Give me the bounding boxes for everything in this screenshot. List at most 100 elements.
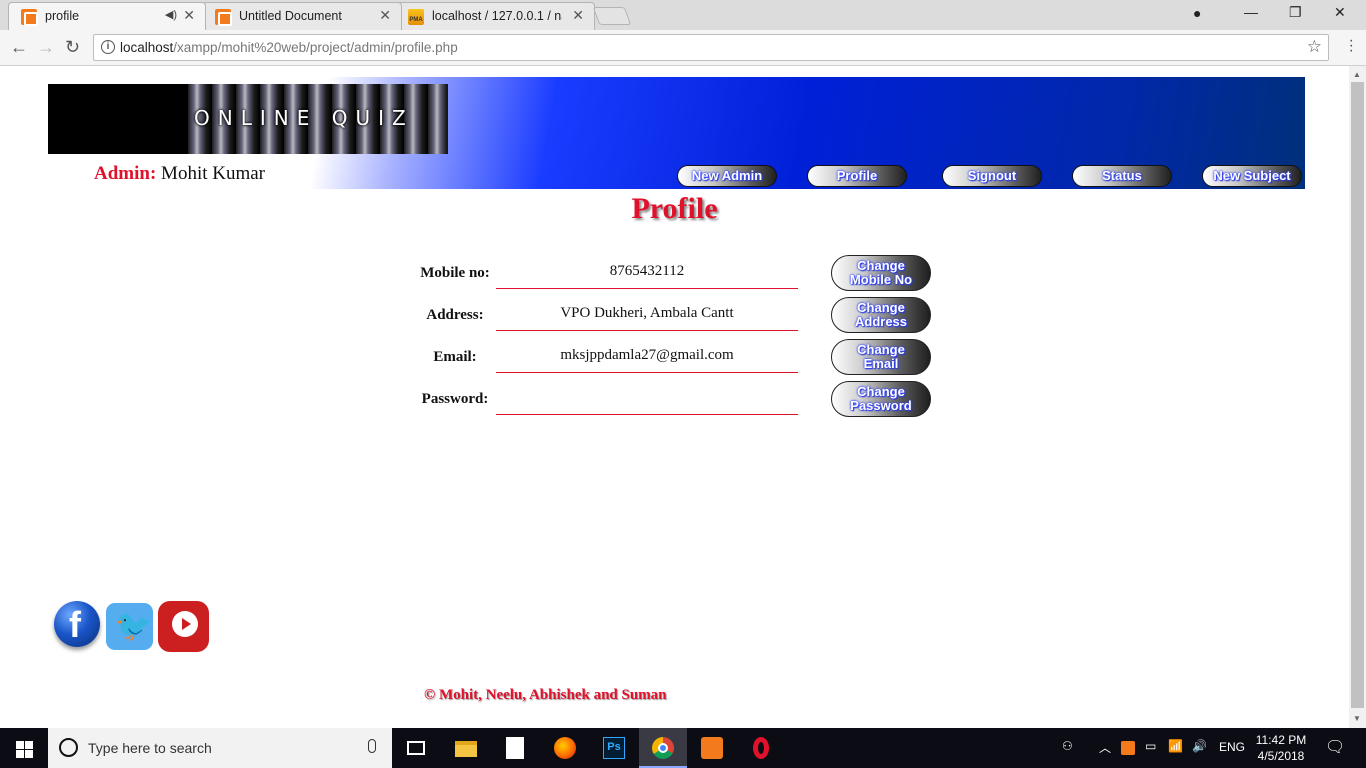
change-mobile-button[interactable]: Change Mobile No [831,255,931,291]
task-view-icon[interactable] [392,728,440,768]
xampp-tray-icon[interactable] [1121,741,1135,755]
start-button[interactable] [0,728,48,768]
url-text[interactable]: localhost/xampp/mohit%20web/project/admi… [120,40,458,55]
microphone-icon[interactable] [368,739,376,753]
nav-signout-button[interactable]: Signout [942,165,1042,187]
taskbar-search-box[interactable]: Type here to search [48,728,392,768]
tab-title: profile [45,9,80,23]
speaker-icon[interactable]: ◀) [165,8,177,21]
clock-date: 4/5/2018 [1257,749,1305,763]
action-center-icon[interactable]: 🗨 [1325,737,1345,757]
tab-phpmyadmin[interactable]: PMA localhost / 127.0.0.1 / na ✕ [395,2,595,30]
email-label: Email: [433,349,477,365]
reload-icon[interactable]: ↻ [65,37,80,58]
address-bar[interactable]: i localhost/xampp/mohit%20web/project/ad… [93,34,1329,61]
page-scrollbar[interactable]: ▲ ▼ [1349,66,1366,728]
show-hidden-icons-icon[interactable]: ︿ [1099,739,1111,756]
button-label-line1: Change [857,384,905,399]
password-value [496,381,798,415]
twitter-icon[interactable]: 🐦 [106,603,153,650]
button-label-line1: Change [857,342,905,357]
profile-row-address: Address: VPO Dukheri, Ambala Cantt Chang… [410,297,1010,339]
address-value: VPO Dukheri, Ambala Cantt [496,297,798,331]
clock[interactable]: 11:42 PM 4/5/2018 [1246,732,1316,764]
page-title: Profile [631,192,718,225]
button-label-line2: Email [863,356,899,371]
profile-row-password: Password: Change Password [410,381,1010,423]
tab-title: localhost / 127.0.0.1 / na [432,9,562,23]
xampp-icon [215,9,232,26]
button-label-line2: Address [854,314,908,329]
clock-time: 11:42 PM [1255,733,1307,747]
info-icon[interactable]: i [101,40,115,54]
store-icon[interactable] [491,728,539,768]
back-arrow-icon[interactable]: ← [10,37,28,58]
close-icon[interactable]: ✕ [183,7,195,24]
language-indicator[interactable]: ENG [1219,740,1245,754]
volume-icon[interactable]: 🔊 [1192,739,1207,753]
logo-text: ONLINE QUIZ [194,106,414,130]
opera-icon[interactable] [737,728,785,768]
tab-title: Untitled Document [239,9,342,23]
mobile-label: Mobile no: [420,265,490,281]
windows-taskbar: Type here to search Ps ⚇ ︿ ▭ 📶 🔊 ENG 11:… [0,728,1366,768]
url-host: localhost [120,40,174,55]
profile-icon[interactable]: ● [1193,5,1201,21]
scroll-up-icon[interactable]: ▲ [1353,70,1361,79]
firefox-icon[interactable] [541,728,589,768]
browser-toolbar: ← → ↻ i localhost/xampp/mohit%20web/proj… [0,30,1366,66]
profile-row-mobile: Mobile no: 8765432112 Change Mobile No [410,255,1010,297]
password-label: Password: [421,391,489,407]
admin-greeting: Admin: Mohit Kumar [94,163,265,185]
new-tab-button[interactable] [592,7,632,25]
people-icon[interactable]: ⚇ [1062,739,1073,753]
footer-copyright: © Mohit, Neelu, Abhishek and Suman [424,687,667,703]
profile-row-email: Email: mksjppdamla27@gmail.com Change Em… [410,339,1010,381]
nav-status-button[interactable]: Status [1072,165,1172,187]
nav-new-subject-button[interactable]: New Subject [1202,165,1302,187]
address-label: Address: [426,307,484,323]
close-icon[interactable]: ✕ [572,7,584,24]
tab-profile[interactable]: profile ◀) ✕ [8,2,206,30]
button-label-line1: Change [857,300,905,315]
battery-icon[interactable]: ▭ [1145,739,1156,753]
xampp-taskbar-icon[interactable] [688,728,736,768]
change-password-button[interactable]: Change Password [831,381,931,417]
button-label-line2: Password [850,398,912,413]
button-label-line2: Mobile No [849,272,913,287]
restore-icon[interactable]: ❐ [1289,4,1302,21]
bookmark-star-icon[interactable]: ☆ [1307,37,1322,57]
file-explorer-icon[interactable] [442,728,490,768]
menu-icon[interactable]: · · · [1349,33,1354,59]
email-value: mksjppdamla27@gmail.com [496,339,798,373]
tab-untitled-document[interactable]: Untitled Document ✕ [202,2,402,30]
admin-name: Mohit Kumar [161,163,266,184]
xampp-icon [21,9,38,26]
minimize-icon[interactable]: — [1244,4,1258,20]
facebook-icon[interactable]: f [54,601,100,647]
browser-tab-bar: PMA localhost / 127.0.0.1 / na ✕ Untitle… [0,0,1366,30]
search-placeholder: Type here to search [88,740,212,756]
forward-arrow-icon[interactable]: → [37,37,55,58]
change-address-button[interactable]: Change Address [831,297,931,333]
admin-label: Admin: [94,163,157,184]
mobile-value: 8765432112 [496,255,798,289]
close-icon[interactable]: ✕ [379,7,391,24]
network-icon[interactable]: 📶 [1168,739,1183,753]
change-email-button[interactable]: Change Email [831,339,931,375]
youtube-icon[interactable] [158,601,209,652]
scrollbar-thumb[interactable] [1351,82,1364,708]
button-label-line1: Change [857,258,905,273]
site-banner: ONLINE QUIZ Admin: Mohit Kumar New Admin… [48,77,1305,189]
cortana-icon [59,738,78,757]
phpmyadmin-icon: PMA [408,9,424,25]
site-logo: ONLINE QUIZ [48,84,448,154]
chrome-icon[interactable] [639,728,687,768]
nav-new-admin-button[interactable]: New Admin [677,165,777,187]
url-path: /xampp/mohit%20web/project/admin/profile… [173,40,458,55]
scroll-down-icon[interactable]: ▼ [1353,714,1361,723]
photoshop-icon[interactable]: Ps [590,728,638,768]
page-viewport: ONLINE QUIZ Admin: Mohit Kumar New Admin… [0,66,1349,728]
nav-profile-button[interactable]: Profile [807,165,907,187]
window-close-icon[interactable]: ✕ [1334,4,1346,21]
